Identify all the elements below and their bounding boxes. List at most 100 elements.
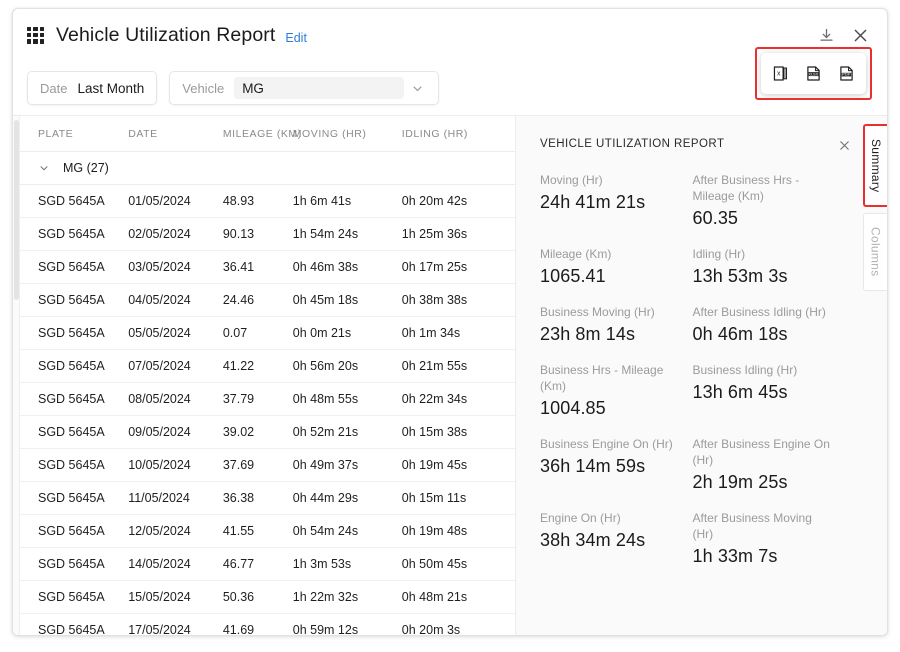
cell-mileage: 36.38 xyxy=(222,481,293,515)
cell-date: 10/05/2024 xyxy=(128,448,223,482)
cell-idling: 0h 17m 25s xyxy=(401,250,515,284)
summary-metric-value: 23h 8m 14s xyxy=(540,324,636,345)
summary-metric: Business Hrs - Mileage (Km) 1004.85 xyxy=(540,362,679,419)
cell-date: 11/05/2024 xyxy=(128,481,223,515)
group-row-label: MG (27) xyxy=(63,161,109,175)
summary-metric: Moving (Hr) 24h 41m 21s xyxy=(540,172,679,229)
group-row-cell: MG (27) xyxy=(13,151,515,185)
table-row[interactable]: SGD 5645A 02/05/2024 90.13 1h 54m 24s 1h 25m… xyxy=(13,217,515,251)
summary-metric-label: After Business Engine On (Hr) xyxy=(692,436,830,468)
table-row[interactable]: SGD 5645A 15/05/2024 50.36 1h 22m 32s 0h 48m… xyxy=(13,580,515,614)
summary-panel: VEHICLE UTILIZATION REPORT Moving (Hr) 24… xyxy=(515,116,887,635)
summary-title: VEHICLE UTILIZATION REPORT xyxy=(540,138,725,150)
vehicle-search-input[interactable]: MG xyxy=(234,77,405,99)
table-row[interactable]: SGD 5645A 01/05/2024 48.93 1h 6m 41s 0h 20m … xyxy=(13,184,515,218)
side-tabs: Summary Columns xyxy=(861,116,887,635)
cell-plate: SGD 5645A xyxy=(13,580,129,614)
report-table-pane: PLATE DATE MILEAGE (KM) MOVING (HR) IDLI… xyxy=(13,116,515,635)
cell-date: 07/05/2024 xyxy=(128,349,223,383)
cell-date: 02/05/2024 xyxy=(128,217,223,251)
column-header-idling[interactable]: IDLING (HR) xyxy=(401,116,515,152)
table-row[interactable]: SGD 5645A 05/05/2024 0.07 0h 0m 21s 0h 1m 34… xyxy=(13,316,515,350)
cell-moving: 1h 6m 41s xyxy=(292,184,402,218)
cell-date: 04/05/2024 xyxy=(128,283,223,317)
summary-metric: After Business Engine On (Hr) 2h 19m 25s xyxy=(693,436,832,493)
table-row[interactable]: SGD 5645A 07/05/2024 41.22 0h 56m 20s 0h 21m… xyxy=(13,349,515,383)
cell-date: 03/05/2024 xyxy=(128,250,223,284)
cell-date: 05/05/2024 xyxy=(128,316,223,350)
side-tab-columns-label: Columns xyxy=(868,227,883,277)
xls-file-icon[interactable]: x xyxy=(770,63,792,85)
table-row[interactable]: SGD 5645A 04/05/2024 24.46 0h 45m 18s 0h 38m… xyxy=(13,283,515,317)
cell-plate: SGD 5645A xyxy=(13,382,129,416)
table-row[interactable]: SGD 5645A 03/05/2024 36.41 0h 46m 38s 0h 17m… xyxy=(13,250,515,284)
cell-moving: 1h 22m 32s xyxy=(292,580,402,614)
table-row[interactable]: SGD 5645A 10/05/2024 37.69 0h 49m 37s 0h 19m… xyxy=(13,448,515,482)
edit-link[interactable]: Edit xyxy=(285,31,307,45)
vehicle-filter[interactable]: Vehicle MG xyxy=(169,71,440,105)
cell-date: 17/05/2024 xyxy=(128,613,223,635)
cell-moving: 0h 56m 20s xyxy=(292,349,402,383)
summary-metric: Business Engine On (Hr) 36h 14m 59s xyxy=(540,436,679,493)
chevron-down-icon[interactable] xyxy=(38,162,50,174)
table-row[interactable]: SGD 5645A 14/05/2024 46.77 1h 3m 53s 0h 50m … xyxy=(13,547,515,581)
pdf-file-icon[interactable]: PDF xyxy=(836,63,858,85)
cell-moving: 0h 54m 24s xyxy=(292,514,402,548)
table-row[interactable]: SGD 5645A 17/05/2024 41.69 0h 59m 12s 0h 20m… xyxy=(13,613,515,635)
summary-metric-label: Business Hrs - Mileage (Km) xyxy=(540,362,664,393)
table-scrollbar-thumb[interactable] xyxy=(14,120,19,300)
summary-close-icon[interactable] xyxy=(833,134,855,156)
cell-moving: 0h 0m 21s xyxy=(292,316,402,350)
cell-moving: 0h 45m 18s xyxy=(292,283,402,317)
close-icon[interactable] xyxy=(845,20,875,50)
cell-mileage: 41.69 xyxy=(222,613,293,635)
cell-date: 15/05/2024 xyxy=(128,580,223,614)
summary-metric-label: Business Moving (Hr) xyxy=(540,304,655,319)
date-filter[interactable]: Date Last Month xyxy=(27,71,158,105)
cell-plate: SGD 5645A xyxy=(13,316,129,350)
summary-metric: After Business Hrs - Mileage (Km) 60.35 xyxy=(693,172,832,229)
column-header-date[interactable]: DATE xyxy=(128,116,223,152)
cell-idling: 0h 20m 3s xyxy=(401,613,515,635)
side-tab-columns[interactable]: Columns xyxy=(863,213,887,291)
table-row[interactable]: SGD 5645A 12/05/2024 41.55 0h 54m 24s 0h 19m… xyxy=(13,514,515,548)
column-header-plate[interactable]: PLATE xyxy=(13,116,129,152)
table-row[interactable]: SGD 5645A 11/05/2024 36.38 0h 44m 29s 0h 15m… xyxy=(13,481,515,515)
summary-metric-label: Business Idling (Hr) xyxy=(692,362,798,377)
table-scrollbar[interactable] xyxy=(13,116,20,635)
cell-mileage: 39.02 xyxy=(222,415,293,449)
xlsx-file-icon[interactable]: XLSX xyxy=(803,63,825,85)
summary-metric-value: 1h 33m 7s xyxy=(692,546,778,567)
svg-text:XLSX: XLSX xyxy=(808,72,819,76)
table-row[interactable]: SGD 5645A 08/05/2024 37.79 0h 48m 55s 0h 22m… xyxy=(13,382,515,416)
svg-text:PDF: PDF xyxy=(842,72,851,77)
table-header: PLATE DATE MILEAGE (KM) MOVING (HR) IDLI… xyxy=(13,116,515,152)
apps-grid-icon[interactable] xyxy=(27,26,44,44)
column-header-mileage[interactable]: MILEAGE (KM) xyxy=(222,116,301,152)
cell-idling: 0h 21m 55s xyxy=(401,349,515,383)
cell-mileage: 90.13 xyxy=(222,217,293,251)
cell-idling: 0h 20m 42s xyxy=(401,184,515,218)
cell-plate: SGD 5645A xyxy=(13,415,129,449)
side-tab-summary[interactable]: Summary xyxy=(863,124,887,208)
summary-metric-value: 38h 34m 24s xyxy=(540,530,646,551)
report-body: PLATE DATE MILEAGE (KM) MOVING (HR) IDLI… xyxy=(13,115,887,635)
download-icon[interactable] xyxy=(811,20,841,50)
cell-plate: SGD 5645A xyxy=(13,217,129,251)
cell-plate: SGD 5645A xyxy=(13,349,129,383)
date-filter-value: Last Month xyxy=(77,80,145,96)
cell-mileage: 41.22 xyxy=(222,349,293,383)
table-row[interactable]: SGD 5645A 09/05/2024 39.02 0h 52m 21s 0h 15m… xyxy=(13,415,515,449)
cell-idling: 0h 48m 21s xyxy=(401,580,515,614)
cell-mileage: 24.46 xyxy=(222,283,293,317)
vehicle-filter-label: Vehicle xyxy=(182,80,225,96)
chevron-down-icon[interactable] xyxy=(404,82,430,95)
export-menu[interactable]: x XLSX PDF xyxy=(761,53,866,94)
summary-metric-value: 1065.41 xyxy=(540,266,606,287)
group-row[interactable]: MG (27) xyxy=(13,151,515,185)
cell-mileage: 50.36 xyxy=(222,580,293,614)
summary-metric-value: 36h 14m 59s xyxy=(540,456,646,477)
summary-metric-label: After Business Idling (Hr) xyxy=(692,304,826,319)
cell-moving: 0h 52m 21s xyxy=(292,415,402,449)
column-header-moving[interactable]: MOVING (HR) xyxy=(292,116,402,152)
